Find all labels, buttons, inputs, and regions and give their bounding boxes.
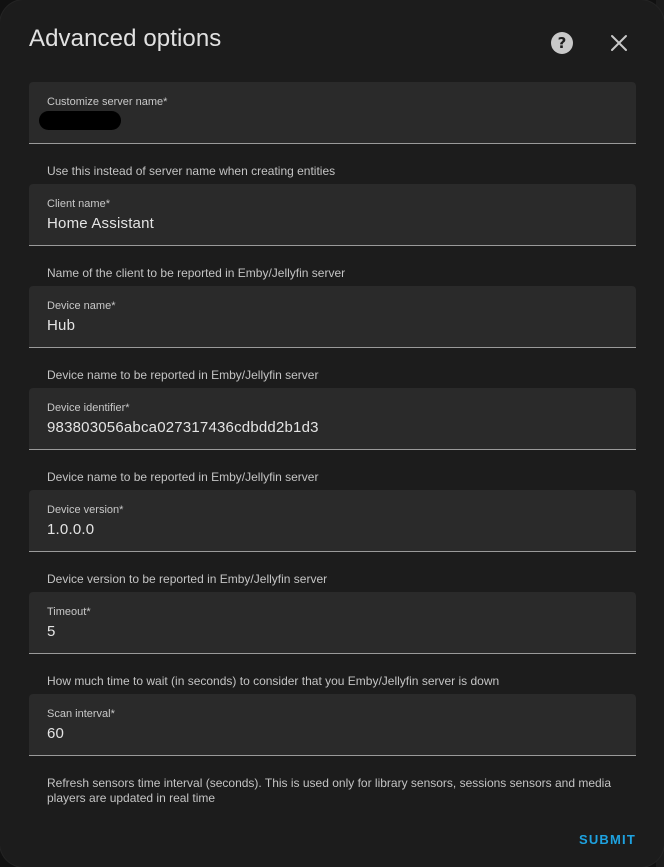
field-helper-text: Refresh sensors time interval (seconds).… <box>47 776 612 805</box>
field-label: Customize server name* <box>47 96 168 108</box>
customize-server-name-field[interactable]: Customize server name* <box>29 82 636 144</box>
scan-interval-field[interactable]: Scan interval* 60 <box>29 694 636 756</box>
field-label: Device identifier* <box>47 402 130 414</box>
help-button[interactable]: ? <box>546 27 578 59</box>
advanced-options-dialog: Advanced options ? Customize server name… <box>0 0 664 867</box>
field-label: Device name* <box>47 300 116 312</box>
field-label: Client name* <box>47 198 110 210</box>
field-value: 60 <box>47 725 65 742</box>
field-value: Hub <box>47 317 76 334</box>
field-helper-text: How much time to wait (in seconds) to co… <box>47 674 500 688</box>
field-value: Home Assistant <box>47 215 155 232</box>
field-value: 983803056abca027317436cdbdd2b1d3 <box>47 419 319 436</box>
field-value: 5 <box>47 623 56 640</box>
device-identifier-field[interactable]: Device identifier* 983803056abca02731743… <box>29 388 636 450</box>
device-version-field[interactable]: Device version* 1.0.0.0 <box>29 490 636 552</box>
field-label: Scan interval* <box>47 708 115 720</box>
timeout-field[interactable]: Timeout* 5 <box>29 592 636 654</box>
redacted-value <box>39 111 121 130</box>
field-label: Timeout* <box>47 606 91 618</box>
field-helper-text: Use this instead of server name when cre… <box>47 164 336 178</box>
dialog-title: Advanced options <box>29 25 222 52</box>
field-value: 1.0.0.0 <box>47 521 95 538</box>
client-name-field[interactable]: Client name* Home Assistant <box>29 184 636 246</box>
device-name-field[interactable]: Device name* Hub <box>29 286 636 348</box>
form-fields: Customize server name* Use this instead … <box>29 82 636 816</box>
field-helper-text: Device name to be reported in Emby/Jelly… <box>47 470 319 484</box>
field-helper-text: Device version to be reported in Emby/Je… <box>47 572 328 586</box>
field-helper-text: Name of the client to be reported in Emb… <box>47 266 346 280</box>
close-icon <box>611 35 627 51</box>
field-label: Device version* <box>47 504 124 516</box>
help-circle-icon: ? <box>551 32 573 54</box>
submit-button[interactable]: SUBMIT <box>579 832 636 847</box>
svg-text:?: ? <box>558 34 567 52</box>
close-button[interactable] <box>603 27 635 59</box>
field-helper-text: Device name to be reported in Emby/Jelly… <box>47 368 319 382</box>
